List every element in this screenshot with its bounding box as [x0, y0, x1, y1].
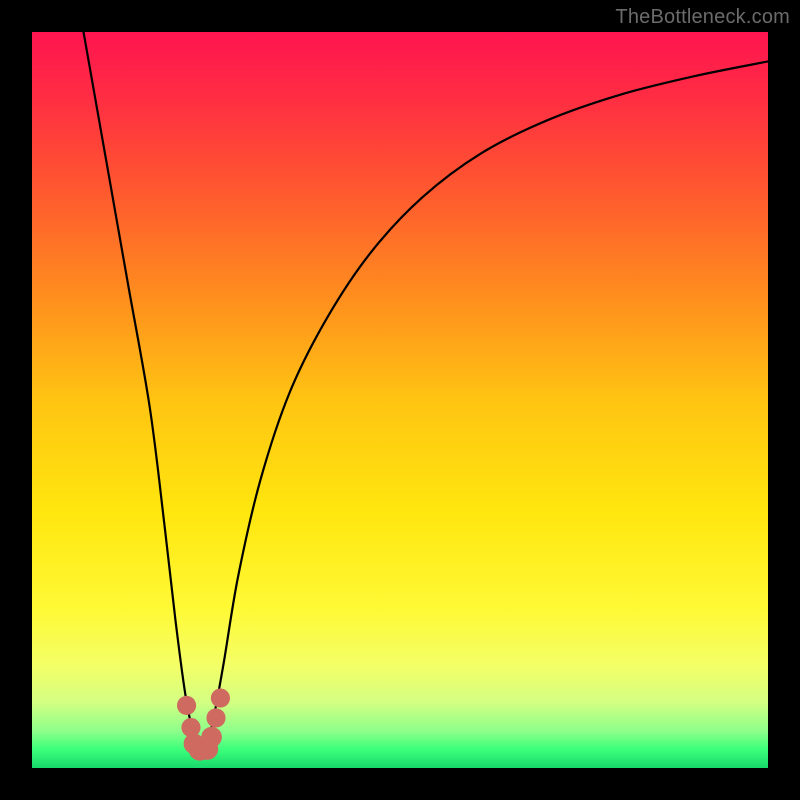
plot-area: [32, 32, 768, 768]
gradient-background: [32, 32, 768, 768]
chart-frame: TheBottleneck.com: [0, 0, 800, 800]
watermark-text: TheBottleneck.com: [615, 6, 790, 29]
curve-marker: [206, 708, 225, 727]
curve-marker: [211, 689, 230, 708]
curve-marker: [177, 696, 196, 715]
bottleneck-chart: [32, 32, 768, 768]
curve-marker: [201, 727, 222, 748]
